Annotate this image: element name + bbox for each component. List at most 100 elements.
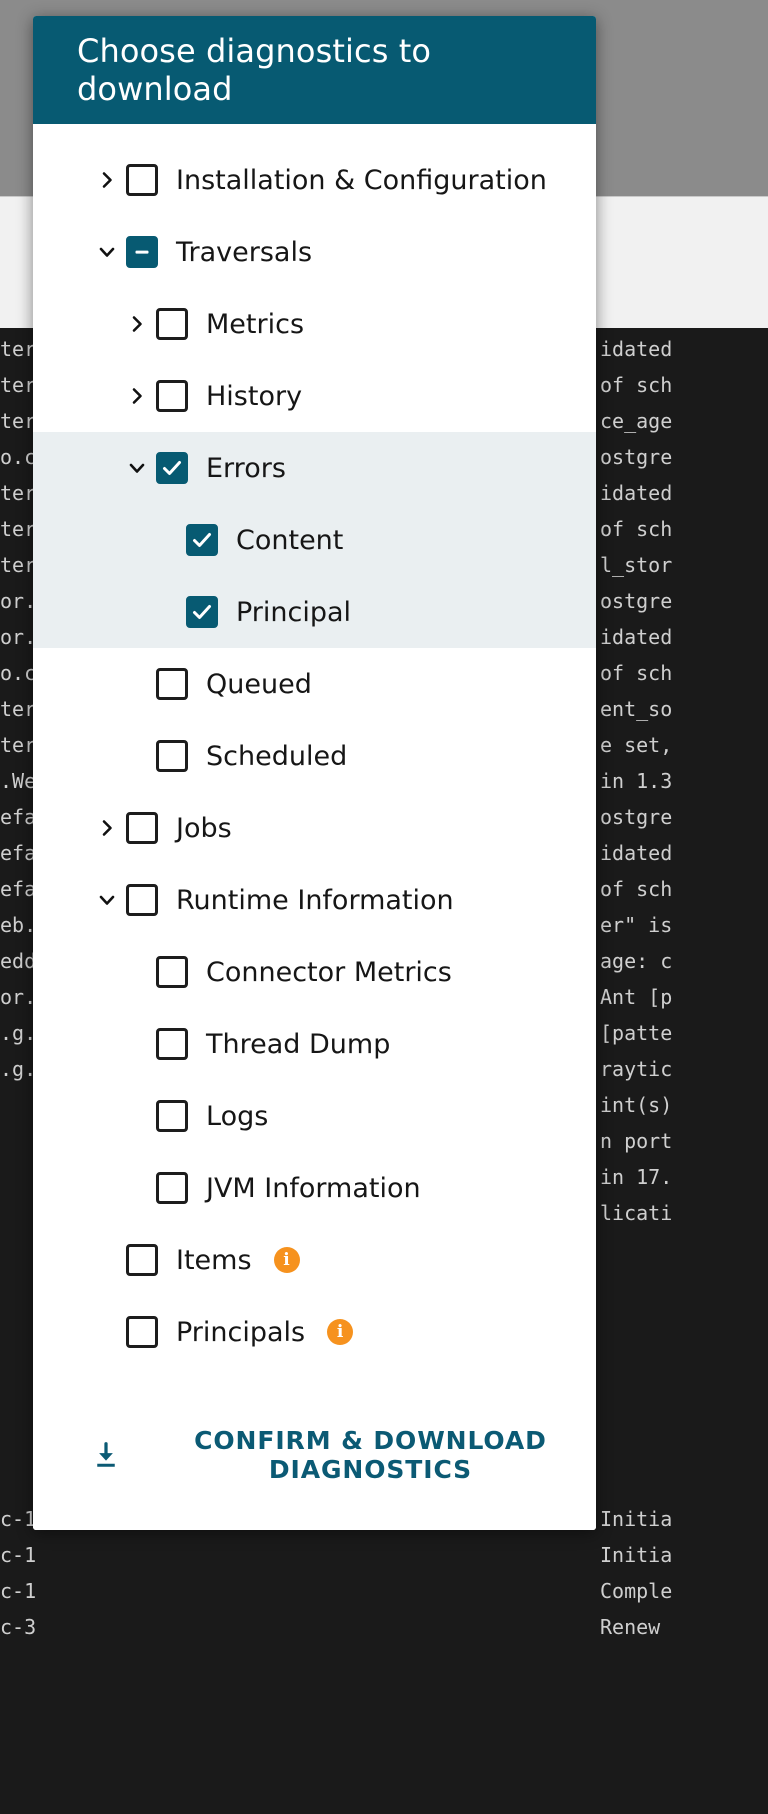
tree-row-logs[interactable]: Logs [33,1080,596,1152]
info-icon-items[interactable]: i [274,1247,300,1273]
checkbox-traversals[interactable] [126,236,158,268]
tree-row-thread-dump[interactable]: Thread Dump [33,1008,596,1080]
terminal-line-fragment: Comple [600,1580,672,1602]
terminal-line-fragment: o.c [0,662,36,684]
terminal-line-fragment: idated [600,482,672,504]
terminal-line-fragment: of sch [600,878,672,900]
terminal-line-fragment: ter [0,734,36,756]
terminal-line-fragment: e set, [600,734,672,756]
checkbox-errors[interactable] [156,452,188,484]
chevron-right-icon[interactable] [88,170,126,190]
dialog-header: Choose diagnostics to download [33,16,596,124]
checkbox-history[interactable] [156,380,188,412]
tree-row-metrics[interactable]: Metrics [33,288,596,360]
terminal-line-fragment: licati [600,1202,672,1224]
tree-label-principals: Principals [176,1317,305,1348]
tree-label-queued: Queued [206,669,312,700]
checkbox-metrics[interactable] [156,308,188,340]
tree-row-installation-configuration[interactable]: Installation & Configuration [33,144,596,216]
tree-row-items[interactable]: Itemsi [33,1224,596,1296]
tree-label-items: Items [176,1245,252,1276]
terminal-line-fragment: idated [600,338,672,360]
terminal-line-fragment: edd [0,950,36,972]
tree-row-runtime-information[interactable]: Runtime Information [33,864,596,936]
checkbox-logs[interactable] [156,1100,188,1132]
tree-label-content: Content [236,525,343,556]
terminal-line-fragment: efa [0,878,36,900]
terminal-line-fragment: idated [600,842,672,864]
terminal-line-fragment: c-1 [0,1544,36,1566]
tree-row-connector-metrics[interactable]: Connector Metrics [33,936,596,1008]
terminal-line-fragment: efa [0,842,36,864]
checkbox-thread-dump[interactable] [156,1028,188,1060]
checkbox-content[interactable] [186,524,218,556]
tree-row-jvm-information[interactable]: JVM Information [33,1152,596,1224]
chevron-down-icon[interactable] [88,890,126,910]
terminal-line-fragment: er" is [600,914,672,936]
tree-label-installation-configuration: Installation & Configuration [176,165,547,196]
tree-row-jobs[interactable]: Jobs [33,792,596,864]
diagnostics-tree: Installation & Configuration Traversals Me… [33,124,596,1368]
tree-row-principals[interactable]: Principals i [33,1296,596,1368]
terminal-line-fragment: ter [0,338,36,360]
checkbox-installation-configuration[interactable] [126,164,158,196]
checkbox-connector-metrics[interactable] [156,956,188,988]
chevron-right-icon[interactable] [118,314,156,334]
terminal-line-fragment: raytic [600,1058,672,1080]
checkbox-runtime-information[interactable] [126,884,158,916]
download-icon [91,1440,121,1470]
checkbox-scheduled[interactable] [156,740,188,772]
chevron-down-icon[interactable] [118,458,156,478]
terminal-line-fragment: n port [600,1130,672,1152]
confirm-download-diagnostics-button[interactable]: CONFIRM & DOWNLOAD DIAGNOSTICS [91,1426,596,1484]
terminal-line-fragment: l_stor [600,554,672,576]
terminal-line-fragment: of sch [600,662,672,684]
chevron-right-icon[interactable] [118,386,156,406]
terminal-line-fragment: in 17. [600,1166,672,1188]
tree-label-traversals: Traversals [176,237,312,268]
tree-row-history[interactable]: History [33,360,596,432]
checkbox-principals[interactable] [126,1316,158,1348]
terminal-line-fragment: int(s) [600,1094,672,1116]
diagnostics-dialog: Choose diagnostics to download Installat… [33,16,596,1530]
terminal-line-fragment: ter [0,698,36,720]
tree-label-principal: Principal [236,597,351,628]
checkbox-principal[interactable] [186,596,218,628]
terminal-line-fragment: c-3 [0,1616,36,1638]
tree-row-scheduled[interactable]: Scheduled [33,720,596,792]
terminal-line-fragment: or. [0,626,36,648]
checkbox-jobs[interactable] [126,812,158,844]
tree-row-errors[interactable]: Errors [33,432,596,504]
terminal-line-fragment: c-1 [0,1580,36,1602]
tree-label-jobs: Jobs [176,813,232,844]
terminal-line-fragment: ce_age [600,410,672,432]
info-icon-principals[interactable]: i [327,1319,353,1345]
terminal-line-fragment: ostgre [600,590,672,612]
tree-row-content[interactable]: Content [33,504,596,576]
terminal-line-fragment: o.c [0,446,36,468]
chevron-right-icon[interactable] [88,818,126,838]
tree-label-thread-dump: Thread Dump [206,1029,390,1060]
terminal-line-fragment: age: c [600,950,672,972]
terminal-line-fragment: Ant [p [600,986,672,1008]
checkbox-items[interactable] [126,1244,158,1276]
chevron-down-icon[interactable] [88,242,126,262]
terminal-line-fragment: or. [0,986,36,1008]
confirm-download-label: CONFIRM & DOWNLOAD DIAGNOSTICS [145,1426,596,1484]
tree-label-jvm-information: JVM Information [206,1173,421,1204]
terminal-line-fragment: idated [600,626,672,648]
tree-row-queued[interactable]: Queued [33,648,596,720]
checkbox-jvm-information[interactable] [156,1172,188,1204]
tree-row-principal[interactable]: Principal [33,576,596,648]
terminal-line-fragment: .g. [0,1058,36,1080]
terminal-line-fragment: ter [0,482,36,504]
tree-label-metrics: Metrics [206,309,304,340]
terminal-line-fragment: Initia [600,1544,672,1566]
terminal-line-fragment: efa [0,806,36,828]
checkbox-queued[interactable] [156,668,188,700]
terminal-line-fragment: [patte [600,1022,672,1044]
tree-row-traversals[interactable]: Traversals [33,216,596,288]
terminal-line-fragment: in 1.3 [600,770,672,792]
dialog-footer: CONFIRM & DOWNLOAD DIAGNOSTICS [33,1380,596,1530]
tree-label-logs: Logs [206,1101,268,1132]
